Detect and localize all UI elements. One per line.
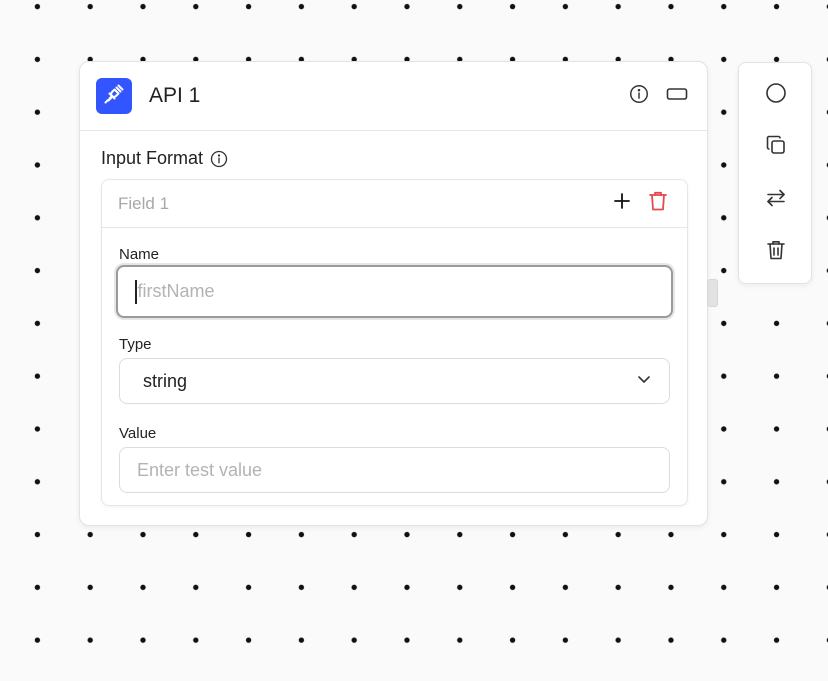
trash-icon <box>648 190 668 217</box>
api-block-card[interactable]: API 1 Input Format Field 1 Name firstNam… <box>79 61 708 526</box>
block-toolbar <box>738 62 812 284</box>
input-field-card: Field 1 Name firstName Type string Value… <box>101 179 688 506</box>
input-format-label-text: Input Format <box>101 148 204 168</box>
field-header: Field 1 <box>102 180 687 228</box>
value-input[interactable]: Enter test value <box>119 447 670 493</box>
text-caret <box>135 279 137 304</box>
duplicate-block-button[interactable] <box>763 134 789 160</box>
collapse-block-button[interactable] <box>663 82 691 110</box>
swap-handles-button[interactable] <box>763 187 789 213</box>
info-icon <box>628 83 650 110</box>
name-label: Name <box>119 246 160 263</box>
delete-field-button[interactable] <box>645 191 671 217</box>
plus-icon <box>612 191 632 216</box>
add-field-button[interactable] <box>609 191 635 217</box>
type-select-value: string <box>143 370 188 391</box>
resize-handle[interactable] <box>707 279 718 307</box>
block-info-button[interactable] <box>625 82 653 110</box>
toggle-enabled-button[interactable] <box>763 82 789 108</box>
name-input[interactable]: firstName <box>116 265 673 318</box>
plug-icon <box>102 82 126 111</box>
block-title[interactable]: API 1 <box>149 84 615 108</box>
input-format-label: Input Format <box>101 148 229 169</box>
circle-toggle-icon <box>765 82 787 109</box>
field-title[interactable]: Field 1 <box>118 194 599 214</box>
collapse-rectangle-icon <box>665 85 689 108</box>
copy-icon <box>765 134 787 161</box>
swap-arrows-icon <box>765 187 787 214</box>
value-label: Value <box>119 425 157 442</box>
info-icon[interactable] <box>209 149 229 169</box>
name-input-placeholder: firstName <box>137 281 215 301</box>
block-header: API 1 <box>80 62 707 131</box>
type-label: Type <box>119 336 152 353</box>
block-type-badge <box>96 78 132 114</box>
chevron-down-icon <box>636 371 652 392</box>
trash-icon <box>766 239 786 266</box>
value-input-placeholder: Enter test value <box>137 459 263 480</box>
type-select[interactable]: string <box>119 358 670 404</box>
delete-block-button[interactable] <box>763 239 789 265</box>
